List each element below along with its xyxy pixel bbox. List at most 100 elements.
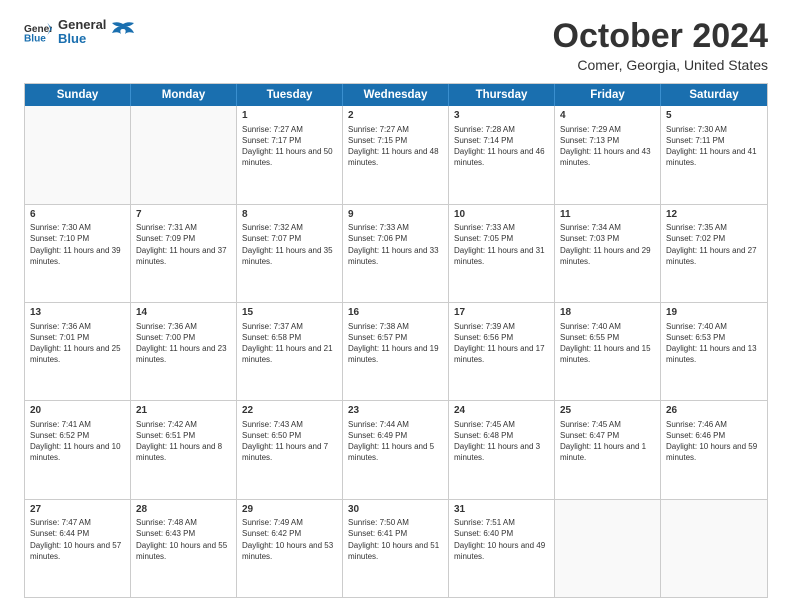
- day-number: 29: [242, 503, 337, 517]
- day-number: 6: [30, 208, 125, 222]
- day-number: 4: [560, 109, 655, 123]
- header-day-sunday: Sunday: [25, 84, 131, 106]
- cell-content: Sunrise: 7:49 AMSunset: 6:42 PMDaylight:…: [242, 517, 337, 562]
- day-number: 31: [454, 503, 549, 517]
- header-day-tuesday: Tuesday: [237, 84, 343, 106]
- cal-cell: 6Sunrise: 7:30 AMSunset: 7:10 PMDaylight…: [25, 205, 131, 302]
- cal-cell: 18Sunrise: 7:40 AMSunset: 6:55 PMDayligh…: [555, 303, 661, 400]
- day-number: 9: [348, 208, 443, 222]
- cell-content: Sunrise: 7:40 AMSunset: 6:53 PMDaylight:…: [666, 321, 762, 366]
- logo-blue-text: Blue: [58, 32, 106, 46]
- cal-cell: [661, 500, 767, 597]
- header-day-wednesday: Wednesday: [343, 84, 449, 106]
- cal-cell: 21Sunrise: 7:42 AMSunset: 6:51 PMDayligh…: [131, 401, 237, 498]
- cal-cell: 25Sunrise: 7:45 AMSunset: 6:47 PMDayligh…: [555, 401, 661, 498]
- logo-icon: General Blue: [24, 21, 52, 43]
- day-number: 26: [666, 404, 762, 418]
- cal-cell: 3Sunrise: 7:28 AMSunset: 7:14 PMDaylight…: [449, 106, 555, 203]
- cal-cell: 15Sunrise: 7:37 AMSunset: 6:58 PMDayligh…: [237, 303, 343, 400]
- week-row-5: 27Sunrise: 7:47 AMSunset: 6:44 PMDayligh…: [25, 500, 767, 597]
- cell-content: Sunrise: 7:32 AMSunset: 7:07 PMDaylight:…: [242, 222, 337, 267]
- cell-content: Sunrise: 7:33 AMSunset: 7:06 PMDaylight:…: [348, 222, 443, 267]
- cal-cell: 20Sunrise: 7:41 AMSunset: 6:52 PMDayligh…: [25, 401, 131, 498]
- cal-cell: 28Sunrise: 7:48 AMSunset: 6:43 PMDayligh…: [131, 500, 237, 597]
- cell-content: Sunrise: 7:38 AMSunset: 6:57 PMDaylight:…: [348, 321, 443, 366]
- cal-cell: [555, 500, 661, 597]
- cal-cell: 10Sunrise: 7:33 AMSunset: 7:05 PMDayligh…: [449, 205, 555, 302]
- cal-cell: 22Sunrise: 7:43 AMSunset: 6:50 PMDayligh…: [237, 401, 343, 498]
- cal-cell: 9Sunrise: 7:33 AMSunset: 7:06 PMDaylight…: [343, 205, 449, 302]
- cell-content: Sunrise: 7:36 AMSunset: 7:01 PMDaylight:…: [30, 321, 125, 366]
- cal-cell: 12Sunrise: 7:35 AMSunset: 7:02 PMDayligh…: [661, 205, 767, 302]
- day-number: 19: [666, 306, 762, 320]
- cell-content: Sunrise: 7:31 AMSunset: 7:09 PMDaylight:…: [136, 222, 231, 267]
- calendar-header: SundayMondayTuesdayWednesdayThursdayFrid…: [25, 84, 767, 106]
- cal-cell: 17Sunrise: 7:39 AMSunset: 6:56 PMDayligh…: [449, 303, 555, 400]
- day-number: 3: [454, 109, 549, 123]
- cell-content: Sunrise: 7:33 AMSunset: 7:05 PMDaylight:…: [454, 222, 549, 267]
- cal-cell: 27Sunrise: 7:47 AMSunset: 6:44 PMDayligh…: [25, 500, 131, 597]
- day-number: 15: [242, 306, 337, 320]
- header-day-saturday: Saturday: [661, 84, 767, 106]
- cell-content: Sunrise: 7:39 AMSunset: 6:56 PMDaylight:…: [454, 321, 549, 366]
- cell-content: Sunrise: 7:45 AMSunset: 6:47 PMDaylight:…: [560, 419, 655, 464]
- day-number: 18: [560, 306, 655, 320]
- cell-content: Sunrise: 7:27 AMSunset: 7:17 PMDaylight:…: [242, 124, 337, 169]
- cal-cell: 14Sunrise: 7:36 AMSunset: 7:00 PMDayligh…: [131, 303, 237, 400]
- week-row-3: 13Sunrise: 7:36 AMSunset: 7:01 PMDayligh…: [25, 303, 767, 401]
- cell-content: Sunrise: 7:51 AMSunset: 6:40 PMDaylight:…: [454, 517, 549, 562]
- title-block: October 2024 Comer, Georgia, United Stat…: [553, 18, 768, 73]
- cell-content: Sunrise: 7:46 AMSunset: 6:46 PMDaylight:…: [666, 419, 762, 464]
- cal-cell: 24Sunrise: 7:45 AMSunset: 6:48 PMDayligh…: [449, 401, 555, 498]
- header-day-monday: Monday: [131, 84, 237, 106]
- cal-cell: [25, 106, 131, 203]
- day-number: 27: [30, 503, 125, 517]
- week-row-4: 20Sunrise: 7:41 AMSunset: 6:52 PMDayligh…: [25, 401, 767, 499]
- cal-cell: 13Sunrise: 7:36 AMSunset: 7:01 PMDayligh…: [25, 303, 131, 400]
- cell-content: Sunrise: 7:47 AMSunset: 6:44 PMDaylight:…: [30, 517, 125, 562]
- cal-cell: 19Sunrise: 7:40 AMSunset: 6:53 PMDayligh…: [661, 303, 767, 400]
- cell-content: Sunrise: 7:28 AMSunset: 7:14 PMDaylight:…: [454, 124, 549, 169]
- cell-content: Sunrise: 7:43 AMSunset: 6:50 PMDaylight:…: [242, 419, 337, 464]
- cal-cell: 2Sunrise: 7:27 AMSunset: 7:15 PMDaylight…: [343, 106, 449, 203]
- week-row-2: 6Sunrise: 7:30 AMSunset: 7:10 PMDaylight…: [25, 205, 767, 303]
- cal-cell: 7Sunrise: 7:31 AMSunset: 7:09 PMDaylight…: [131, 205, 237, 302]
- day-number: 5: [666, 109, 762, 123]
- cal-cell: 30Sunrise: 7:50 AMSunset: 6:41 PMDayligh…: [343, 500, 449, 597]
- day-number: 11: [560, 208, 655, 222]
- cal-cell: [131, 106, 237, 203]
- logo-bird-icon: [112, 21, 134, 39]
- header-day-thursday: Thursday: [449, 84, 555, 106]
- logo-general-text: General: [58, 18, 106, 32]
- day-number: 2: [348, 109, 443, 123]
- cell-content: Sunrise: 7:45 AMSunset: 6:48 PMDaylight:…: [454, 419, 549, 464]
- cal-cell: 1Sunrise: 7:27 AMSunset: 7:17 PMDaylight…: [237, 106, 343, 203]
- cell-content: Sunrise: 7:35 AMSunset: 7:02 PMDaylight:…: [666, 222, 762, 267]
- day-number: 21: [136, 404, 231, 418]
- cal-cell: 8Sunrise: 7:32 AMSunset: 7:07 PMDaylight…: [237, 205, 343, 302]
- svg-text:Blue: Blue: [24, 34, 46, 44]
- cell-content: Sunrise: 7:34 AMSunset: 7:03 PMDaylight:…: [560, 222, 655, 267]
- day-number: 14: [136, 306, 231, 320]
- page: General Blue General Blue October 2024 C…: [0, 0, 792, 612]
- cal-cell: 31Sunrise: 7:51 AMSunset: 6:40 PMDayligh…: [449, 500, 555, 597]
- cal-cell: 29Sunrise: 7:49 AMSunset: 6:42 PMDayligh…: [237, 500, 343, 597]
- day-number: 12: [666, 208, 762, 222]
- header-day-friday: Friday: [555, 84, 661, 106]
- day-number: 10: [454, 208, 549, 222]
- cell-content: Sunrise: 7:42 AMSunset: 6:51 PMDaylight:…: [136, 419, 231, 464]
- calendar: SundayMondayTuesdayWednesdayThursdayFrid…: [24, 83, 768, 598]
- cell-content: Sunrise: 7:48 AMSunset: 6:43 PMDaylight:…: [136, 517, 231, 562]
- cal-cell: 16Sunrise: 7:38 AMSunset: 6:57 PMDayligh…: [343, 303, 449, 400]
- cell-content: Sunrise: 7:50 AMSunset: 6:41 PMDaylight:…: [348, 517, 443, 562]
- day-number: 24: [454, 404, 549, 418]
- cell-content: Sunrise: 7:27 AMSunset: 7:15 PMDaylight:…: [348, 124, 443, 169]
- cell-content: Sunrise: 7:29 AMSunset: 7:13 PMDaylight:…: [560, 124, 655, 169]
- day-number: 17: [454, 306, 549, 320]
- day-number: 7: [136, 208, 231, 222]
- location-title: Comer, Georgia, United States: [553, 57, 768, 73]
- cell-content: Sunrise: 7:37 AMSunset: 6:58 PMDaylight:…: [242, 321, 337, 366]
- day-number: 28: [136, 503, 231, 517]
- header: General Blue General Blue October 2024 C…: [24, 18, 768, 73]
- day-number: 30: [348, 503, 443, 517]
